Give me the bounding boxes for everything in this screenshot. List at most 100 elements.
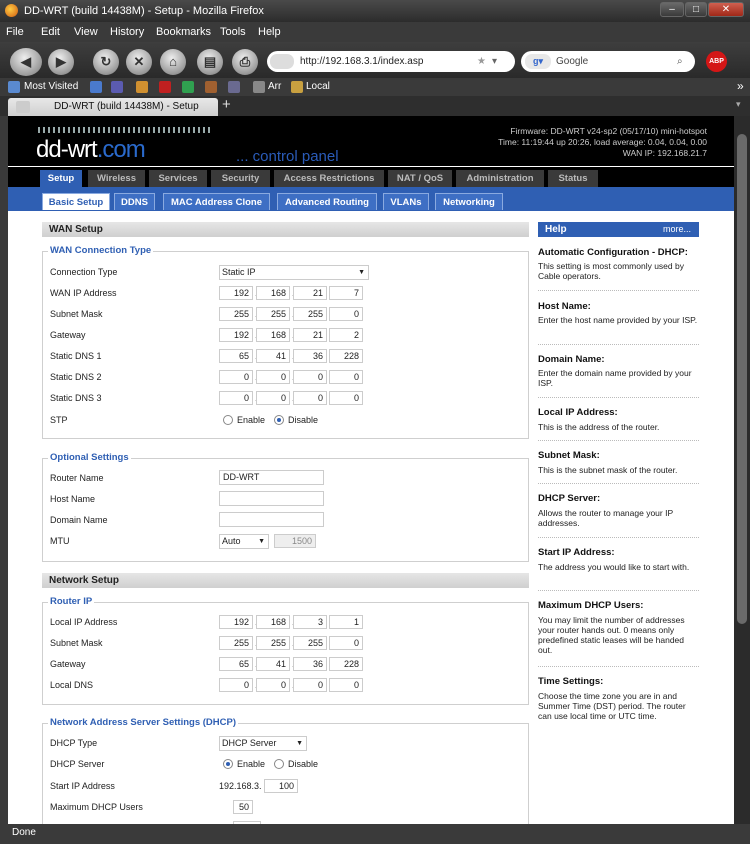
- local-dns-octet-2[interactable]: 0: [256, 678, 290, 692]
- search-input[interactable]: Google: [556, 51, 588, 72]
- tab-wireless[interactable]: Wireless: [88, 170, 145, 187]
- menu-view[interactable]: View: [74, 26, 98, 38]
- dns3-octet-4[interactable]: 0: [329, 391, 363, 405]
- tab-setup[interactable]: Setup: [40, 170, 82, 187]
- search-icon[interactable]: ⌕: [677, 51, 683, 72]
- url-bar[interactable]: http://192.168.3.1/index.asp ★ ▾: [267, 51, 515, 72]
- dns1-octet-3[interactable]: 36: [293, 349, 327, 363]
- subtab-basic-setup[interactable]: Basic Setup: [42, 193, 110, 210]
- router-name-input[interactable]: DD-WRT: [219, 470, 324, 485]
- forward-icon[interactable]: ▶: [48, 49, 74, 75]
- maximize-button[interactable]: □: [685, 2, 707, 17]
- dns1-octet-4[interactable]: 228: [329, 349, 363, 363]
- local-gateway-octet-1[interactable]: 65: [219, 657, 253, 671]
- help-more-link[interactable]: more...: [663, 222, 691, 237]
- subnet-octet-2[interactable]: 255: [256, 307, 290, 321]
- dns2-octet-2[interactable]: 0: [256, 370, 290, 384]
- vertical-scrollbar[interactable]: [734, 116, 750, 824]
- max-dhcp-users-input[interactable]: 50: [233, 800, 253, 814]
- dns1-octet-2[interactable]: 41: [256, 349, 290, 363]
- dns2-octet-4[interactable]: 0: [329, 370, 363, 384]
- dhcp-disable-radio[interactable]: [274, 759, 284, 769]
- wan-ip-octet-1[interactable]: 192: [219, 286, 253, 300]
- tab-status[interactable]: Status: [548, 170, 598, 187]
- gateway-octet-2[interactable]: 168: [256, 328, 290, 342]
- subnet-octet-4[interactable]: 0: [329, 307, 363, 321]
- page-icon[interactable]: ▤: [197, 49, 223, 75]
- wan-ip-octet-4[interactable]: 7: [329, 286, 363, 300]
- menu-bookmarks[interactable]: Bookmarks: [156, 26, 211, 38]
- tab-nat-qos[interactable]: NAT / QoS: [388, 170, 452, 187]
- menu-history[interactable]: History: [110, 26, 144, 38]
- mtu-mode-select[interactable]: Auto ▼: [219, 534, 269, 549]
- stop-icon[interactable]: ✕: [126, 49, 152, 75]
- back-icon[interactable]: ◀: [10, 48, 42, 76]
- bookmark-arr[interactable]: Arr: [268, 81, 281, 92]
- subtab-networking[interactable]: Networking: [435, 193, 503, 210]
- dns3-octet-1[interactable]: 0: [219, 391, 253, 405]
- dns3-octet-2[interactable]: 0: [256, 391, 290, 405]
- bookmark-icon[interactable]: [159, 81, 171, 93]
- dns2-octet-3[interactable]: 0: [293, 370, 327, 384]
- menu-edit[interactable]: Edit: [41, 26, 60, 38]
- local-ip-octet-4[interactable]: 1: [329, 615, 363, 629]
- tab-security[interactable]: Security: [211, 170, 270, 187]
- subnet-octet-3[interactable]: 255: [293, 307, 327, 321]
- local-subnet-octet-1[interactable]: 255: [219, 636, 253, 650]
- local-ip-octet-3[interactable]: 3: [293, 615, 327, 629]
- adblock-icon[interactable]: ABP: [706, 51, 727, 72]
- stp-enable-radio[interactable]: [223, 415, 233, 425]
- google-icon[interactable]: g▾: [525, 54, 551, 69]
- local-subnet-octet-3[interactable]: 255: [293, 636, 327, 650]
- start-ip-input[interactable]: 100: [264, 779, 298, 793]
- subtab-ddns[interactable]: DDNS: [114, 193, 155, 210]
- gateway-octet-3[interactable]: 21: [293, 328, 327, 342]
- bookmark-icon[interactable]: [205, 81, 217, 93]
- menu-help[interactable]: Help: [258, 26, 281, 38]
- scrollbar-thumb[interactable]: [737, 134, 747, 624]
- home-icon[interactable]: ⌂: [160, 49, 186, 75]
- local-ip-octet-2[interactable]: 168: [256, 615, 290, 629]
- new-tab-button[interactable]: +: [222, 96, 231, 113]
- bookmark-icon[interactable]: [136, 81, 148, 93]
- tab-services[interactable]: Services: [149, 170, 207, 187]
- wan-ip-octet-3[interactable]: 21: [293, 286, 327, 300]
- bookmark-icon[interactable]: [90, 81, 102, 93]
- gateway-octet-1[interactable]: 192: [219, 328, 253, 342]
- reload-icon[interactable]: ↻: [93, 49, 119, 75]
- bookmark-icon[interactable]: [111, 81, 123, 93]
- bookmark-most-visited[interactable]: Most Visited: [24, 81, 78, 92]
- dhcp-enable-radio[interactable]: [223, 759, 233, 769]
- close-window-button[interactable]: ✕: [708, 2, 744, 17]
- menu-file[interactable]: File: [6, 26, 24, 38]
- local-ip-octet-1[interactable]: 192: [219, 615, 253, 629]
- tab-list-icon[interactable]: ▾: [736, 99, 741, 110]
- local-subnet-octet-2[interactable]: 255: [256, 636, 290, 650]
- local-subnet-octet-4[interactable]: 0: [329, 636, 363, 650]
- wan-ip-octet-2[interactable]: 168: [256, 286, 290, 300]
- local-gateway-octet-4[interactable]: 228: [329, 657, 363, 671]
- subtab-mac-address-clone[interactable]: MAC Address Clone: [163, 193, 270, 210]
- local-gateway-octet-2[interactable]: 41: [256, 657, 290, 671]
- subnet-octet-1[interactable]: 255: [219, 307, 253, 321]
- dropdown-icon[interactable]: ▾: [492, 51, 497, 72]
- print-icon[interactable]: ⎙: [232, 49, 258, 75]
- bookmark-icon[interactable]: [228, 81, 240, 93]
- tab-administration[interactable]: Administration: [456, 170, 544, 187]
- bookmark-star-icon[interactable]: ★: [477, 51, 486, 72]
- local-dns-octet-1[interactable]: 0: [219, 678, 253, 692]
- tab-access-restrictions[interactable]: Access Restrictions: [274, 170, 384, 187]
- dns3-octet-3[interactable]: 0: [293, 391, 327, 405]
- dhcp-type-select[interactable]: DHCP Server ▼: [219, 736, 307, 751]
- subtab-vlans[interactable]: VLANs: [383, 193, 429, 210]
- stp-disable-radio[interactable]: [274, 415, 284, 425]
- local-dns-octet-3[interactable]: 0: [293, 678, 327, 692]
- browser-tab[interactable]: DD-WRT (build 14438M) - Setup: [8, 98, 218, 116]
- bookmark-icon[interactable]: [182, 81, 194, 93]
- local-dns-octet-4[interactable]: 0: [329, 678, 363, 692]
- domain-name-input[interactable]: [219, 512, 324, 527]
- minimize-button[interactable]: –: [660, 2, 684, 17]
- subtab-advanced-routing[interactable]: Advanced Routing: [277, 193, 377, 210]
- search-bar[interactable]: g▾ Google ⌕: [521, 51, 695, 72]
- menu-tools[interactable]: Tools: [220, 26, 246, 38]
